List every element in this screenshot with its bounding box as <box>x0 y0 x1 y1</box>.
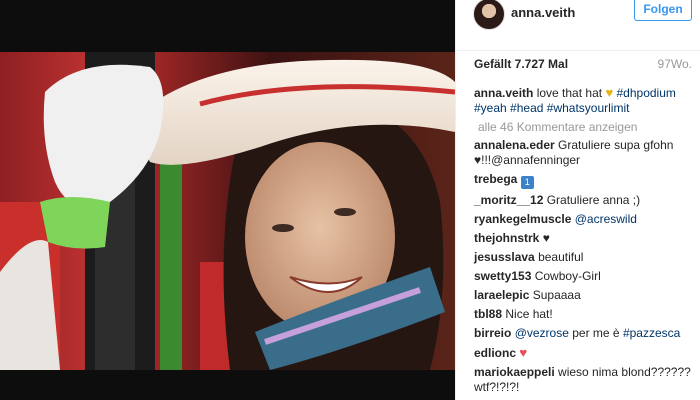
comment: birreio @vezrose per me è #pazzesca <box>474 326 692 341</box>
comment-mention[interactable]: @acreswild <box>575 212 637 226</box>
comment-username[interactable]: mariokaeppeli <box>474 365 555 379</box>
comment: mariokaeppeli wieso nima blond?????? wtf… <box>474 365 692 395</box>
post-sidebar: anna.veith Folgen Gefällt 7.727 Mal 97Wo… <box>455 0 700 400</box>
comment: edlionc ♥ <box>474 345 692 361</box>
comment-list: anna.veith love that hat ♥ #dhpodium #ye… <box>474 85 692 399</box>
red-heart-icon: ♥ <box>519 345 528 360</box>
avatar[interactable] <box>473 0 505 30</box>
follow-button[interactable]: Folgen <box>634 0 692 21</box>
caption: anna.veith love that hat ♥ #dhpodium #ye… <box>474 85 692 116</box>
comment-username[interactable]: trebega <box>474 172 517 186</box>
post-age[interactable]: 97Wo. <box>658 57 692 71</box>
comment-text: Gratuliere anna ;) <box>546 193 641 207</box>
view-all-comments-link[interactable]: alle 46 Kommentare anzeigen <box>478 120 692 134</box>
caption-username[interactable]: anna.veith <box>474 86 533 100</box>
post-photo[interactable] <box>0 52 455 370</box>
comment-mention[interactable]: @vezrose <box>515 326 569 340</box>
comment: ryankegelmuscle @acreswild <box>474 212 692 227</box>
comment-text: Nice hat! <box>505 307 553 321</box>
comment-text: Supaaaa <box>532 288 581 302</box>
comment-username[interactable]: swetty153 <box>474 269 531 283</box>
comment-username[interactable]: jesusslava <box>474 250 535 264</box>
comment-username[interactable]: tbl88 <box>474 307 502 321</box>
comment: trebega 1 <box>474 172 692 189</box>
comment-text: Gratuliere supa gfohn <box>558 138 674 152</box>
comment-username[interactable]: ryankegelmuscle <box>474 212 571 226</box>
comment-username[interactable]: laraelepic <box>474 288 529 302</box>
comment: tbl88 Nice hat! <box>474 307 692 322</box>
comment-username[interactable]: edlionc <box>474 346 516 360</box>
post-header: anna.veith Folgen <box>456 0 700 51</box>
comment-text-continued: !!!@annafenninger <box>481 153 581 167</box>
post-media-pane <box>0 0 455 400</box>
author-username[interactable]: anna.veith <box>511 5 575 20</box>
photo-illustration <box>0 52 455 370</box>
comment: jesusslava beautiful <box>474 250 692 265</box>
keycap-one-icon: 1 <box>520 176 534 189</box>
hashtag[interactable]: #pazzesca <box>623 326 680 340</box>
caption-text: love that hat <box>536 86 603 100</box>
yellow-heart-icon: ♥ <box>605 85 614 100</box>
comment: thejohnstrk ♥ <box>474 231 692 246</box>
comment-username[interactable]: annalena.eder <box>474 138 555 152</box>
comment-text: wieso nima blond?????? <box>558 365 691 379</box>
hashtag[interactable]: #dhpodium <box>617 86 676 100</box>
hashtag[interactable]: #whatsyourlimit <box>547 101 630 115</box>
hashtag[interactable]: #head <box>510 101 543 115</box>
comment-username[interactable]: thejohnstrk <box>474 231 539 245</box>
comment-text: beautiful <box>538 250 584 264</box>
black-heart-icon: ♥ <box>542 231 550 245</box>
comment: swetty153 Cowboy-Girl <box>474 269 692 284</box>
post-stats: Gefällt 7.727 Mal 97Wo. <box>456 51 700 77</box>
comment: laraelepic Supaaaa <box>474 288 692 303</box>
comment-text: Cowboy-Girl <box>534 269 601 283</box>
hashtag[interactable]: #yeah <box>474 101 507 115</box>
comment: _moritz__12 Gratuliere anna ;) <box>474 193 692 208</box>
comment: annalena.eder Gratuliere supa gfohn ♥!!!… <box>474 138 692 168</box>
comment-username[interactable]: _moritz__12 <box>474 193 543 207</box>
comment-text-continued: wtf?!?!?! <box>474 380 520 394</box>
comment-text: per me è <box>572 326 620 340</box>
comment-username[interactable]: birreio <box>474 326 511 340</box>
like-count[interactable]: Gefällt 7.727 Mal <box>474 57 568 71</box>
